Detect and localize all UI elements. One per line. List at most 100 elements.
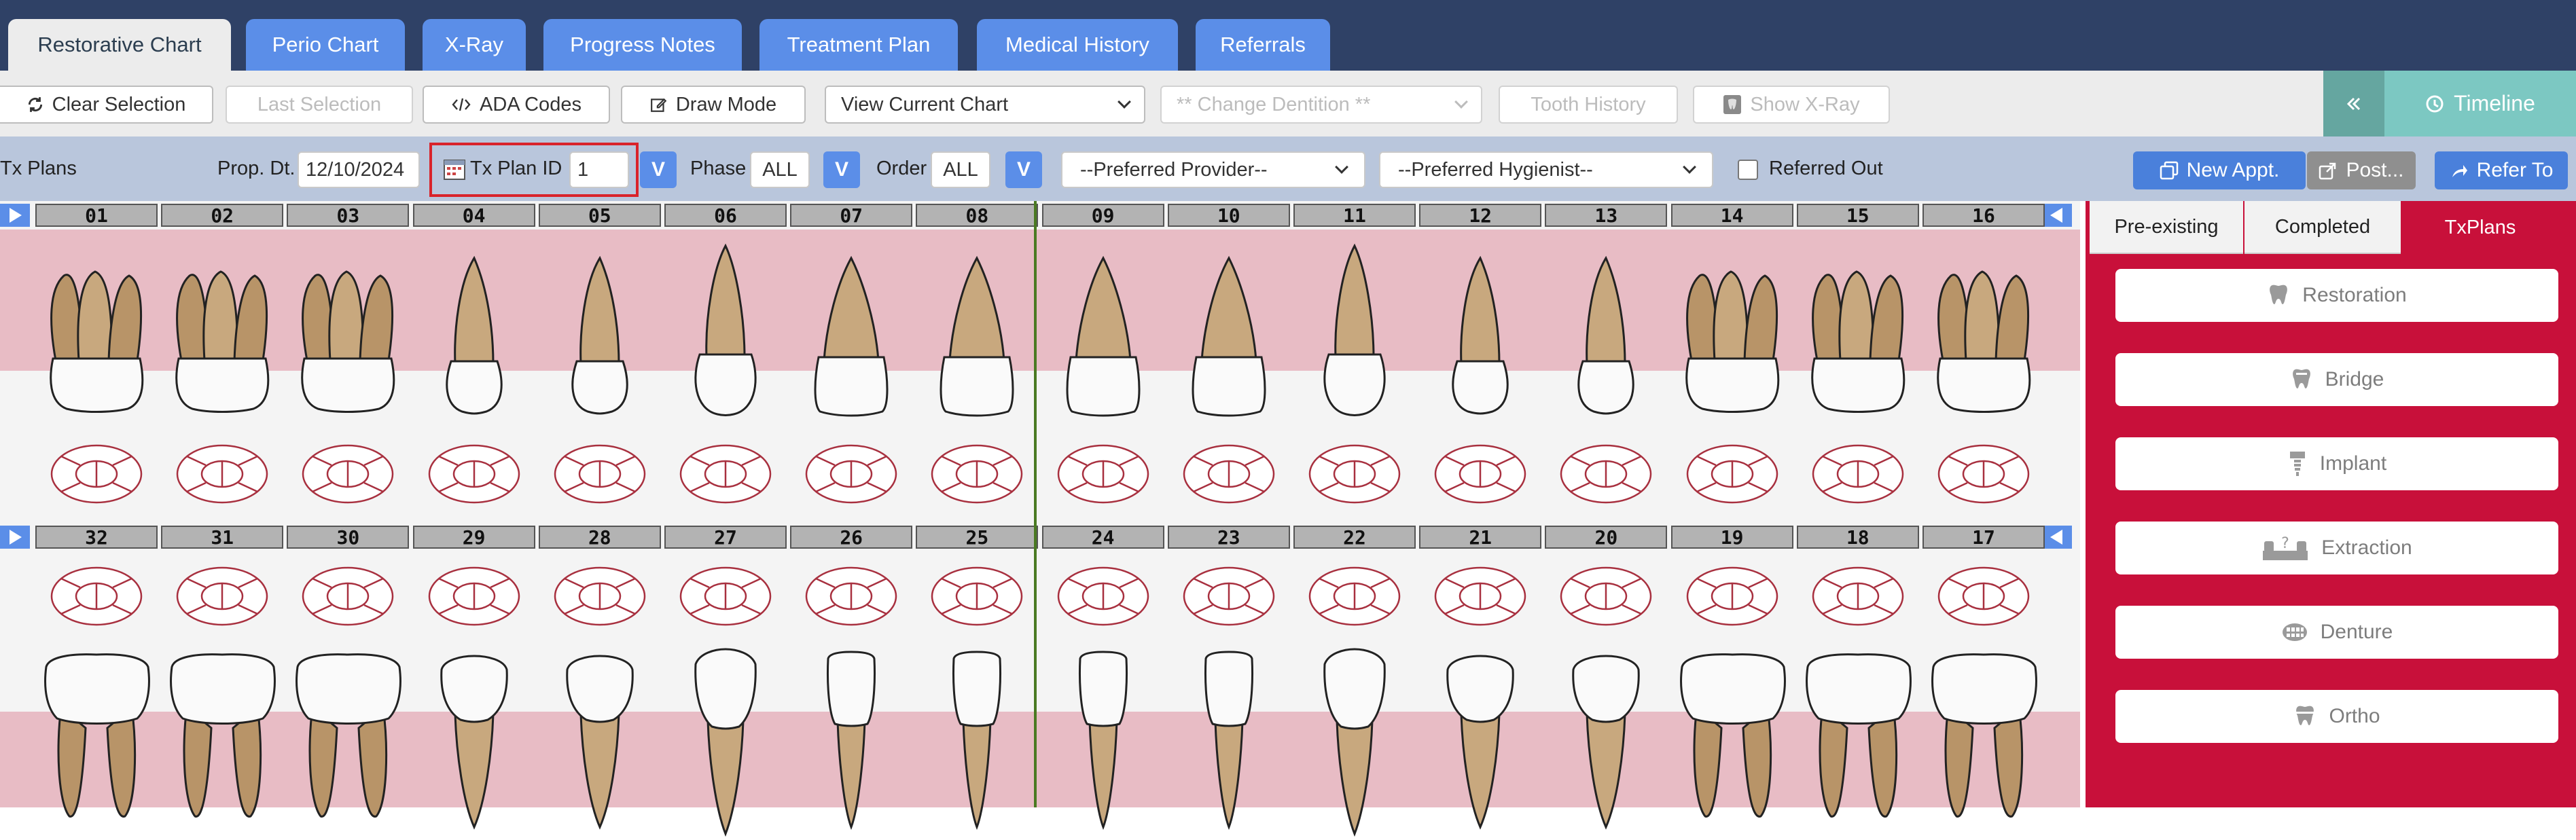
upper-tooth-surface-diagram[interactable] <box>300 443 395 509</box>
lower-right-arrow-button[interactable] <box>2042 526 2072 549</box>
clear-selection-button[interactable]: Clear Selection <box>0 86 213 124</box>
tooth-history-button[interactable]: Tooth History <box>1499 86 1678 124</box>
tooth-number-01[interactable]: 01 <box>35 204 158 227</box>
upper-tooth[interactable] <box>1790 242 1926 435</box>
order-input[interactable]: ALL <box>931 151 990 188</box>
dental-chart[interactable]: 01 02 03 04 05 06 07 08 09 10 11 12 13 14 15 16 32 31 30 2… <box>0 201 2080 837</box>
tooth-number-12[interactable]: 12 <box>1419 204 1542 227</box>
phase-input[interactable]: ALL <box>750 151 810 188</box>
lower-tooth-surface-diagram[interactable] <box>1558 565 1653 631</box>
lower-left-arrow-button[interactable] <box>0 526 30 549</box>
tooth-number-06[interactable]: 06 <box>664 204 787 227</box>
upper-tooth-surface-diagram[interactable] <box>1558 443 1653 509</box>
tab-completed[interactable]: Completed <box>2244 201 2401 254</box>
tab-x-ray[interactable]: X-Ray <box>423 19 526 71</box>
lower-tooth-surface-diagram[interactable] <box>175 565 270 631</box>
upper-tooth[interactable] <box>154 242 290 435</box>
upper-tooth-surface-diagram[interactable] <box>552 443 647 509</box>
view-chart-select[interactable]: View Current Chart <box>825 86 1145 124</box>
timeline-button[interactable]: Timeline <box>2384 71 2576 136</box>
tooth-number-04[interactable]: 04 <box>412 204 535 227</box>
tooth-number-19[interactable]: 19 <box>1670 526 1793 549</box>
tooth-number-20[interactable]: 20 <box>1545 526 1668 549</box>
lower-tooth-surface-diagram[interactable] <box>1685 565 1780 631</box>
preferred-hygienist-select[interactable]: --Preferred Hygienist-- <box>1379 151 1713 188</box>
lower-tooth-surface-diagram[interactable] <box>1936 565 2031 631</box>
timeline-collapse-button[interactable] <box>2323 71 2384 136</box>
lower-tooth[interactable] <box>280 646 416 840</box>
upper-tooth-surface-diagram[interactable] <box>49 443 144 509</box>
ada-codes-button[interactable]: ADA Codes <box>423 86 610 124</box>
upper-tooth-surface-diagram[interactable] <box>1307 443 1402 509</box>
lower-tooth-surface-diagram[interactable] <box>1056 565 1151 631</box>
tab-medical-history[interactable]: Medical History <box>977 19 1178 71</box>
upper-tooth[interactable] <box>783 242 919 435</box>
upper-tooth[interactable] <box>280 242 416 435</box>
upper-tooth[interactable] <box>1538 242 1674 435</box>
lower-tooth[interactable] <box>1161 646 1297 840</box>
upper-right-arrow-button[interactable] <box>2042 204 2072 227</box>
upper-tooth[interactable] <box>1287 242 1423 435</box>
implant-button[interactable]: Implant <box>2115 437 2558 490</box>
extraction-button[interactable]: ? Extraction <box>2115 522 2558 574</box>
new-appt-button[interactable]: New Appt. <box>2133 151 2306 189</box>
ortho-button[interactable]: Ortho <box>2115 690 2558 743</box>
lower-tooth[interactable] <box>658 646 793 840</box>
tab-pre-existing[interactable]: Pre-existing <box>2090 201 2243 254</box>
tooth-number-03[interactable]: 03 <box>287 204 410 227</box>
upper-left-arrow-button[interactable] <box>0 204 30 227</box>
upper-tooth[interactable] <box>406 242 542 435</box>
order-v-button[interactable]: V <box>1005 151 1042 188</box>
draw-mode-button[interactable]: Draw Mode <box>621 86 806 124</box>
upper-tooth-surface-diagram[interactable] <box>1936 443 2031 509</box>
denture-button[interactable]: Denture <box>2115 606 2558 659</box>
lower-tooth[interactable] <box>532 646 668 840</box>
tooth-number-05[interactable]: 05 <box>538 204 661 227</box>
lower-tooth[interactable] <box>1412 646 1548 840</box>
lower-tooth-surface-diagram[interactable] <box>552 565 647 631</box>
restoration-button[interactable]: Restoration <box>2115 269 2558 322</box>
upper-tooth[interactable] <box>29 242 164 435</box>
tx-plan-id-v-button[interactable]: V <box>640 151 677 188</box>
upper-tooth[interactable] <box>1916 242 2052 435</box>
upper-tooth-surface-diagram[interactable] <box>1685 443 1780 509</box>
lower-tooth-surface-diagram[interactable] <box>1307 565 1402 631</box>
tab-perio-chart[interactable]: Perio Chart <box>246 19 405 71</box>
lower-tooth[interactable] <box>1287 646 1423 840</box>
lower-tooth[interactable] <box>406 646 542 840</box>
tab-treatment-plan[interactable]: Treatment Plan <box>759 19 958 71</box>
preferred-provider-select[interactable]: --Preferred Provider-- <box>1061 151 1365 188</box>
tooth-number-07[interactable]: 07 <box>790 204 913 227</box>
upper-tooth-surface-diagram[interactable] <box>1056 443 1151 509</box>
lower-tooth-surface-diagram[interactable] <box>300 565 395 631</box>
upper-tooth[interactable] <box>1035 242 1171 435</box>
lower-tooth-surface-diagram[interactable] <box>49 565 144 631</box>
lower-tooth[interactable] <box>1664 646 1800 840</box>
tooth-number-17[interactable]: 17 <box>1922 526 2045 549</box>
upper-tooth[interactable] <box>1412 242 1548 435</box>
tooth-number-13[interactable]: 13 <box>1545 204 1668 227</box>
lower-tooth[interactable] <box>29 646 164 840</box>
tooth-number-25[interactable]: 25 <box>916 526 1039 549</box>
tooth-number-16[interactable]: 16 <box>1922 204 2045 227</box>
lower-tooth-surface-diagram[interactable] <box>1810 565 1906 631</box>
tooth-number-26[interactable]: 26 <box>790 526 913 549</box>
lower-tooth[interactable] <box>909 646 1045 840</box>
tooth-number-21[interactable]: 21 <box>1419 526 1542 549</box>
lower-tooth[interactable] <box>1035 646 1171 840</box>
upper-tooth[interactable] <box>658 242 793 435</box>
prop-date-input[interactable]: 12/10/2024 <box>298 151 420 188</box>
lower-tooth[interactable] <box>1916 646 2052 840</box>
upper-tooth-surface-diagram[interactable] <box>427 443 522 509</box>
lower-tooth-surface-diagram[interactable] <box>804 565 899 631</box>
upper-tooth-surface-diagram[interactable] <box>929 443 1024 509</box>
tooth-number-23[interactable]: 23 <box>1167 526 1290 549</box>
lower-tooth[interactable] <box>783 646 919 840</box>
upper-tooth-surface-diagram[interactable] <box>678 443 773 509</box>
show-xray-button[interactable]: Show X-Ray <box>1693 86 1890 124</box>
lower-tooth[interactable] <box>1538 646 1674 840</box>
tooth-number-08[interactable]: 08 <box>916 204 1039 227</box>
lower-tooth[interactable] <box>1790 646 1926 840</box>
post-button[interactable]: Post... <box>2307 151 2416 189</box>
change-dentition-select[interactable]: ** Change Dentition ** <box>1160 86 1482 124</box>
